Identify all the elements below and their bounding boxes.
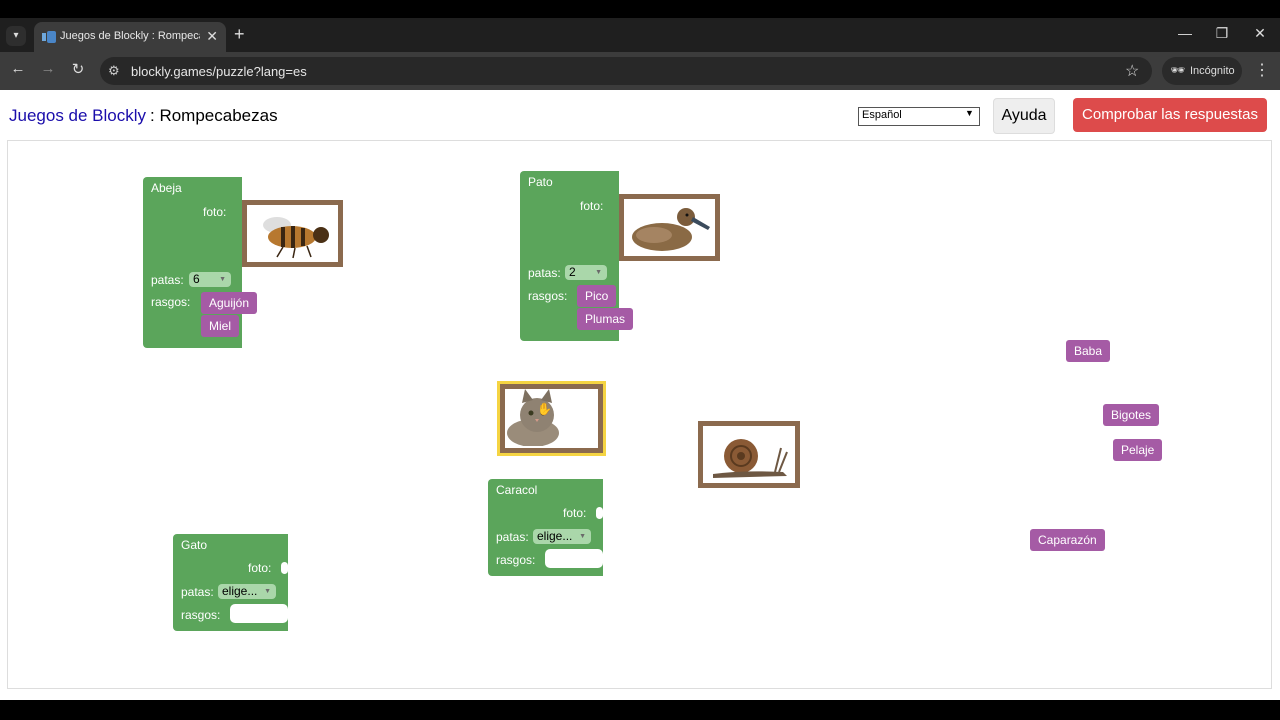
bookmark-star-icon[interactable]: ☆ bbox=[1125, 61, 1139, 81]
reload-icon[interactable]: ↻ bbox=[68, 60, 88, 78]
bottom-bar bbox=[0, 700, 1280, 720]
tab-search-button[interactable]: ▾ bbox=[6, 26, 26, 46]
incognito-icon: 🕶 bbox=[1170, 63, 1186, 77]
traits-input-slot[interactable] bbox=[230, 604, 288, 623]
blockly-favicon-icon bbox=[42, 31, 56, 43]
animal-name: Pato bbox=[528, 175, 553, 189]
photo-input-slot[interactable] bbox=[596, 507, 603, 519]
tab-title: Juegos de Blockly : Rompecabe bbox=[60, 30, 200, 42]
hand-cursor-icon: ✋ bbox=[537, 402, 552, 416]
photo-block-bee[interactable] bbox=[242, 200, 343, 267]
trait-block-miel[interactable]: Miel bbox=[201, 315, 240, 337]
bee-icon bbox=[263, 217, 329, 259]
trait-block-plumas[interactable]: Plumas bbox=[577, 308, 634, 330]
browser-menu-icon[interactable]: ⋮ bbox=[1254, 60, 1270, 80]
trait-block-baba[interactable]: Baba bbox=[1066, 340, 1111, 362]
legs-value: 6 bbox=[193, 272, 200, 286]
trait-block-caparazon[interactable]: Caparazón bbox=[1030, 529, 1105, 551]
legs-value: elige... bbox=[537, 529, 573, 543]
legs-label: patas: bbox=[181, 585, 214, 599]
traits-label: rasgos: bbox=[151, 295, 191, 309]
new-tab-icon[interactable]: + bbox=[234, 24, 245, 45]
url-text[interactable]: blockly.games/puzzle?lang=es bbox=[131, 64, 307, 79]
photo-label: foto: bbox=[563, 506, 587, 520]
legs-dropdown[interactable]: 6 ▼ bbox=[189, 272, 231, 287]
animal-name: Gato bbox=[181, 538, 208, 552]
legs-dropdown[interactable]: 2 ▼ bbox=[565, 265, 607, 280]
animal-name: Abeja bbox=[151, 181, 182, 195]
legs-label: patas: bbox=[496, 530, 529, 544]
tab-close-icon[interactable]: ✕ bbox=[206, 28, 218, 45]
restore-icon[interactable]: ❐ bbox=[1212, 25, 1232, 42]
back-icon[interactable]: ← bbox=[8, 60, 28, 77]
dropdown-arrow-icon: ▼ bbox=[579, 533, 586, 540]
snail-icon bbox=[713, 439, 788, 478]
photo-block-duck[interactable] bbox=[619, 194, 720, 261]
help-button[interactable]: Ayuda bbox=[993, 98, 1055, 134]
photo-block-cat-selected[interactable] bbox=[497, 381, 606, 456]
trait-block-bigotes[interactable]: Bigotes bbox=[1103, 404, 1160, 426]
photo-input-slot[interactable] bbox=[281, 562, 288, 574]
chevron-down-icon: ▼ bbox=[965, 108, 974, 118]
app-home-link[interactable]: Juegos de Blockly bbox=[9, 106, 146, 126]
traits-label: rasgos: bbox=[528, 289, 568, 303]
traits-label: rasgos: bbox=[496, 553, 536, 567]
forward-icon[interactable]: → bbox=[38, 60, 58, 77]
check-answers-button[interactable]: Comprobar las respuestas bbox=[1073, 98, 1267, 132]
close-window-icon[interactable]: ✕ bbox=[1250, 25, 1270, 42]
legs-label: patas: bbox=[528, 266, 561, 280]
cat-icon bbox=[507, 389, 559, 447]
trait-block-aguijon[interactable]: Aguijón bbox=[201, 292, 258, 314]
dropdown-arrow-icon: ▼ bbox=[219, 276, 226, 283]
legs-dropdown[interactable]: elige... ▼ bbox=[218, 584, 276, 599]
minimize-icon[interactable]: — bbox=[1175, 25, 1195, 41]
traits-input-slot[interactable] bbox=[545, 549, 603, 568]
dropdown-arrow-icon: ▼ bbox=[264, 588, 271, 595]
duck-icon bbox=[632, 208, 710, 251]
animal-name: Caracol bbox=[496, 483, 538, 497]
photo-label: foto: bbox=[580, 199, 604, 213]
language-selected-value: Español bbox=[862, 109, 902, 121]
trait-block-pelaje[interactable]: Pelaje bbox=[1113, 439, 1163, 461]
photo-label: foto: bbox=[203, 205, 227, 219]
legs-label: patas: bbox=[151, 273, 184, 287]
browser-tab[interactable]: Juegos de Blockly : Rompecabe ✕ bbox=[34, 22, 226, 52]
dropdown-arrow-icon: ▼ bbox=[595, 269, 602, 276]
page-title: : Rompecabezas bbox=[150, 106, 278, 125]
site-info-icon[interactable]: ⚙ bbox=[108, 63, 120, 79]
photo-block-snail[interactable] bbox=[698, 421, 800, 488]
legs-value: 2 bbox=[569, 265, 576, 279]
trait-block-pico[interactable]: Pico bbox=[577, 285, 617, 307]
legs-dropdown[interactable]: elige... ▼ bbox=[533, 529, 591, 544]
incognito-label: Incógnito bbox=[1190, 65, 1235, 77]
traits-label: rasgos: bbox=[181, 608, 221, 622]
legs-value: elige... bbox=[222, 584, 258, 598]
photo-label: foto: bbox=[248, 561, 272, 575]
